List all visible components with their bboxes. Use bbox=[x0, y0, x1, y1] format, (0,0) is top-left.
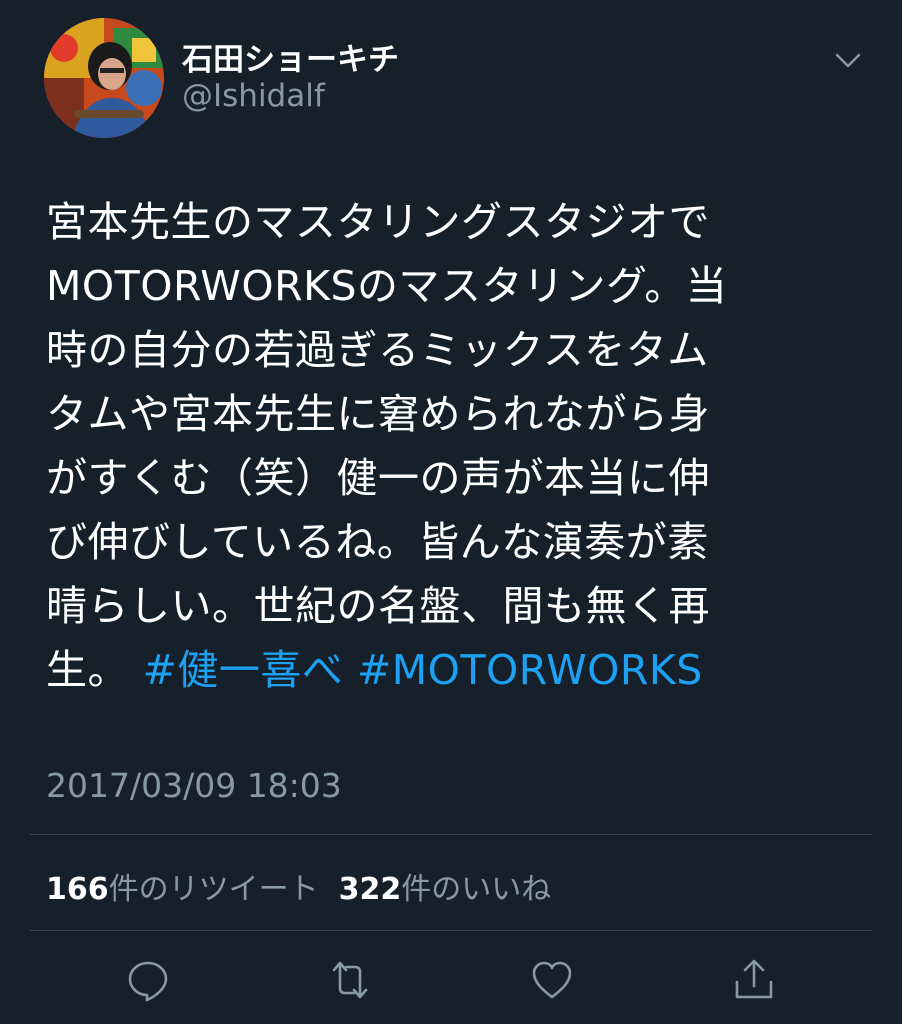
chevron-down-icon[interactable] bbox=[834, 48, 862, 72]
tweet-timestamp[interactable]: 2017/03/09 18:03 bbox=[46, 766, 342, 805]
tweet-line: 宮本先生のマスタリングスタジオで bbox=[46, 198, 710, 246]
divider bbox=[30, 930, 872, 931]
tweet-last-line: 生。 #健一喜べ #MOTORWORKS bbox=[46, 638, 866, 702]
heart-icon[interactable] bbox=[530, 958, 574, 1002]
tweet-line: がすくむ（笑）健一の声が本当に伸 bbox=[46, 454, 710, 502]
like-count: 322 bbox=[338, 872, 402, 907]
retweet-label: 件のリツイート bbox=[108, 872, 319, 907]
hashtag-link[interactable]: #健一喜べ bbox=[143, 646, 344, 694]
user-handle[interactable]: @Ishidalf bbox=[182, 78, 325, 114]
retweet-icon[interactable] bbox=[328, 958, 372, 1002]
display-name[interactable]: 石田ショーキチ bbox=[182, 34, 399, 79]
tweet-line: MOTORWORKSのマスタリング。当 bbox=[46, 262, 728, 310]
hashtag-link[interactable]: #MOTORWORKS bbox=[357, 646, 703, 694]
retweet-count: 166 bbox=[46, 872, 109, 907]
tweet-line: び伸びしているね。皆んな演奏が素 bbox=[46, 518, 709, 566]
tweet-line: 晴らしい。世紀の名盤、間も無く再 bbox=[46, 582, 710, 630]
likes-stat[interactable]: 322件のいいね bbox=[339, 872, 552, 907]
tweet-line: タムや宮本先生に窘められながら身 bbox=[46, 390, 710, 438]
like-label: 件のいいね bbox=[401, 872, 552, 907]
tweet-text: 宮本先生のマスタリングスタジオで MOTORWORKSのマスタリング。当 時の自… bbox=[46, 190, 866, 702]
reply-icon[interactable] bbox=[126, 958, 170, 1002]
divider bbox=[30, 834, 872, 835]
share-icon[interactable] bbox=[732, 958, 776, 1002]
avatar-image bbox=[44, 18, 164, 138]
tweet-stats: 166件のリツイート 322件のいいね bbox=[46, 864, 551, 908]
retweets-stat[interactable]: 166件のリツイート bbox=[46, 872, 319, 907]
tweet-line-text: 生。 bbox=[46, 646, 129, 694]
avatar[interactable] bbox=[44, 18, 164, 138]
tweet-line: 時の自分の若過ぎるミックスをタム bbox=[46, 326, 709, 374]
